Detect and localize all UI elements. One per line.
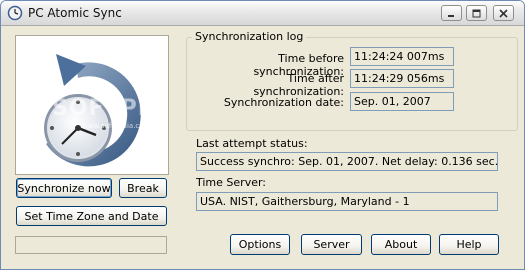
logo-panel: SOFTPEDIA www.softpedia.com (15, 35, 169, 175)
window-title: PC Atomic Sync (28, 6, 122, 20)
watermark: SOFTPEDIA (52, 96, 168, 121)
options-button[interactable]: Options (230, 234, 290, 255)
server-button[interactable]: Server (301, 234, 362, 255)
sync-date-label: Synchronization date: (223, 96, 344, 109)
last-status-field: Success synchro: Sep. 01, 2007. Net dela… (196, 152, 498, 171)
last-status-label: Last attempt status: (196, 137, 308, 150)
time-server-field: USA. NIST, Gaithersburg, Maryland - 1 (196, 192, 498, 211)
about-button[interactable]: About (371, 234, 431, 255)
client-area: SOFTPEDIA www.softpedia.com Synchronize … (1, 26, 524, 269)
close-icon (499, 8, 508, 18)
time-before-field: 11:24:24 007ms (350, 47, 454, 66)
close-button[interactable] (493, 5, 514, 21)
sync-log-legend: Synchronization log (192, 30, 307, 43)
minimize-button[interactable] (441, 5, 462, 21)
watermark-sub: www.softpedia.com (82, 122, 151, 130)
sync-date-field: Sep. 01, 2007 (350, 92, 454, 111)
app-window: PC Atomic Sync SOFTPE www.softpedia.com … (0, 0, 525, 270)
synchronize-now-button[interactable]: Synchronize now (16, 178, 112, 198)
time-after-label: Time after synchronization: (253, 72, 344, 98)
maximize-icon (472, 9, 481, 17)
time-after-field: 11:24:29 056ms (350, 69, 454, 88)
break-button[interactable]: Break (119, 178, 167, 198)
maximize-button[interactable] (466, 5, 487, 21)
app-clock-icon (7, 5, 23, 21)
set-time-zone-button[interactable]: Set Time Zone and Date (16, 206, 167, 226)
help-button[interactable]: Help (439, 234, 499, 255)
minimize-icon (448, 14, 454, 17)
status-bar (15, 236, 167, 254)
title-bar[interactable]: PC Atomic Sync (1, 1, 524, 26)
time-server-label: Time Server: (196, 176, 267, 189)
